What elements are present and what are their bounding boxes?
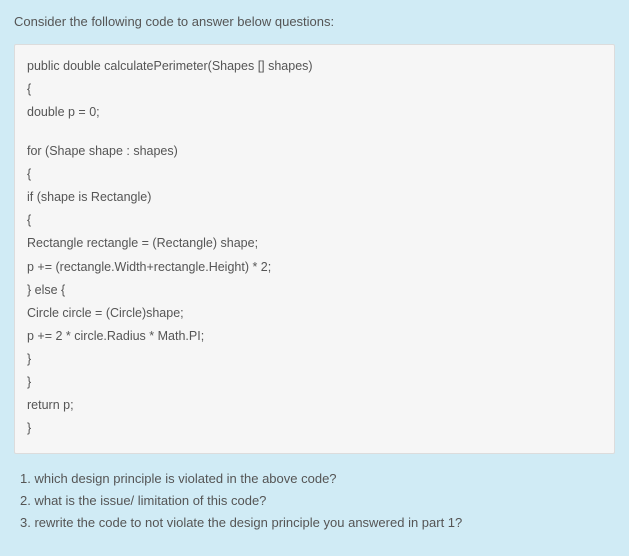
code-line: } (27, 417, 602, 440)
code-line: } (27, 371, 602, 394)
code-line: if (shape is Rectangle) (27, 186, 602, 209)
code-line: Rectangle rectangle = (Rectangle) shape; (27, 232, 602, 255)
code-line: public double calculatePerimeter(Shapes … (27, 55, 602, 78)
question-item: 3. rewrite the code to not violate the d… (20, 512, 615, 534)
code-line: { (27, 209, 602, 232)
intro-text: Consider the following code to answer be… (14, 12, 615, 32)
code-line: { (27, 163, 602, 186)
code-stanza: for (Shape shape : shapes){if (shape is … (27, 140, 602, 441)
code-line: for (Shape shape : shapes) (27, 140, 602, 163)
code-stanza: public double calculatePerimeter(Shapes … (27, 55, 602, 124)
code-line: } (27, 348, 602, 371)
question-item: 2. what is the issue/ limitation of this… (20, 490, 615, 512)
code-line: double p = 0; (27, 101, 602, 124)
code-line: p += (rectangle.Width+rectangle.Height) … (27, 256, 602, 279)
code-line: p += 2 * circle.Radius * Math.PI; (27, 325, 602, 348)
code-line: Circle circle = (Circle)shape; (27, 302, 602, 325)
question-list: 1. which design principle is violated in… (14, 468, 615, 534)
question-item: 1. which design principle is violated in… (20, 468, 615, 490)
code-line: return p; (27, 394, 602, 417)
code-line: } else { (27, 279, 602, 302)
code-block: public double calculatePerimeter(Shapes … (14, 44, 615, 454)
code-line: { (27, 78, 602, 101)
